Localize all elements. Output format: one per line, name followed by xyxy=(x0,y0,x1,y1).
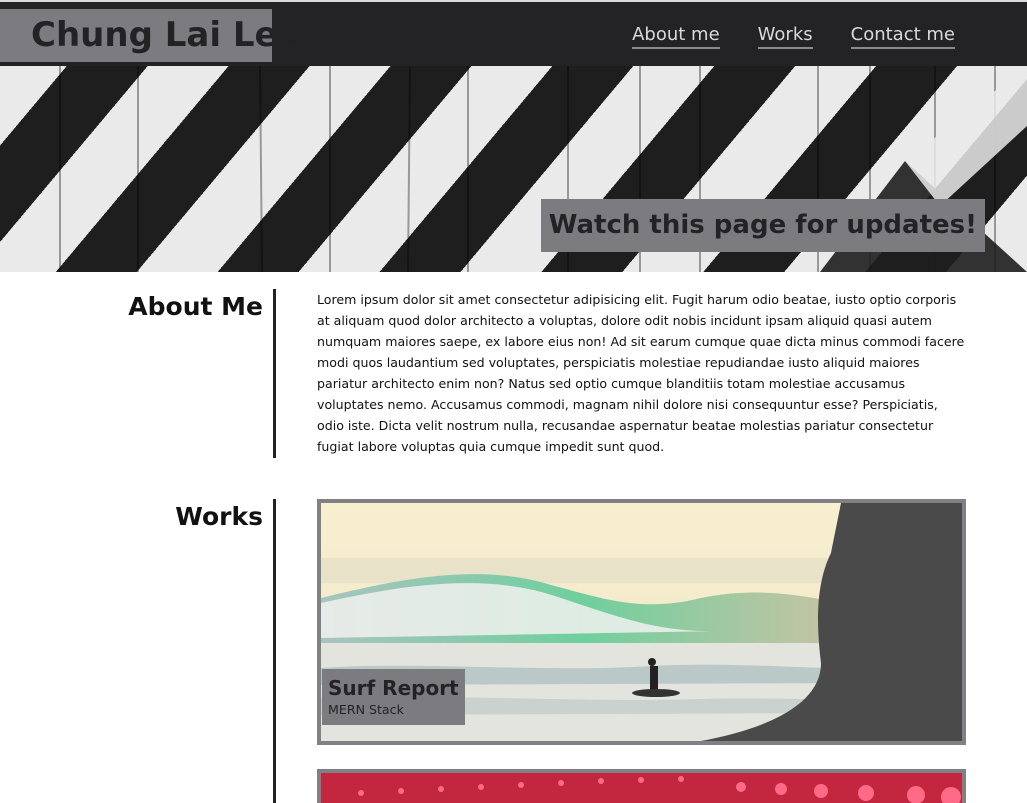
brand-title: Chung Lai Lee xyxy=(31,15,301,55)
nav-link-works[interactable]: Works xyxy=(757,24,813,49)
site-brand[interactable]: Chung Lai Lee xyxy=(0,9,301,62)
page: Chung Lai Lee About me Works Contact me xyxy=(0,0,1027,803)
works-heading: Works xyxy=(175,502,263,531)
about-heading: About Me xyxy=(128,292,263,321)
works-divider xyxy=(273,499,276,803)
about-body-text: Lorem ipsum dolor sit amet consectetur a… xyxy=(317,292,965,454)
work-subtitle: MERN Stack xyxy=(328,702,404,717)
main-nav: About me Works Contact me xyxy=(632,24,955,49)
hero-banner-text: Watch this page for updates! xyxy=(548,210,977,240)
nav-link-contact-me[interactable]: Contact me xyxy=(850,24,955,49)
work-label: Surf Report MERN Stack xyxy=(322,669,465,725)
nav-link-about-me[interactable]: About me xyxy=(632,24,720,49)
about-divider xyxy=(273,289,276,458)
hero-update-banner: Watch this page for updates! xyxy=(540,199,985,252)
work-card-second[interactable] xyxy=(317,769,966,803)
top-navbar: Chung Lai Lee About me Works Contact me xyxy=(0,0,1027,66)
work-card-surf-report[interactable]: Surf Report MERN Stack xyxy=(317,499,966,745)
work-title: Surf Report xyxy=(328,676,459,700)
hero-banner-image: Watch this page for updates! xyxy=(0,66,1027,272)
second-work-photo xyxy=(321,773,962,803)
